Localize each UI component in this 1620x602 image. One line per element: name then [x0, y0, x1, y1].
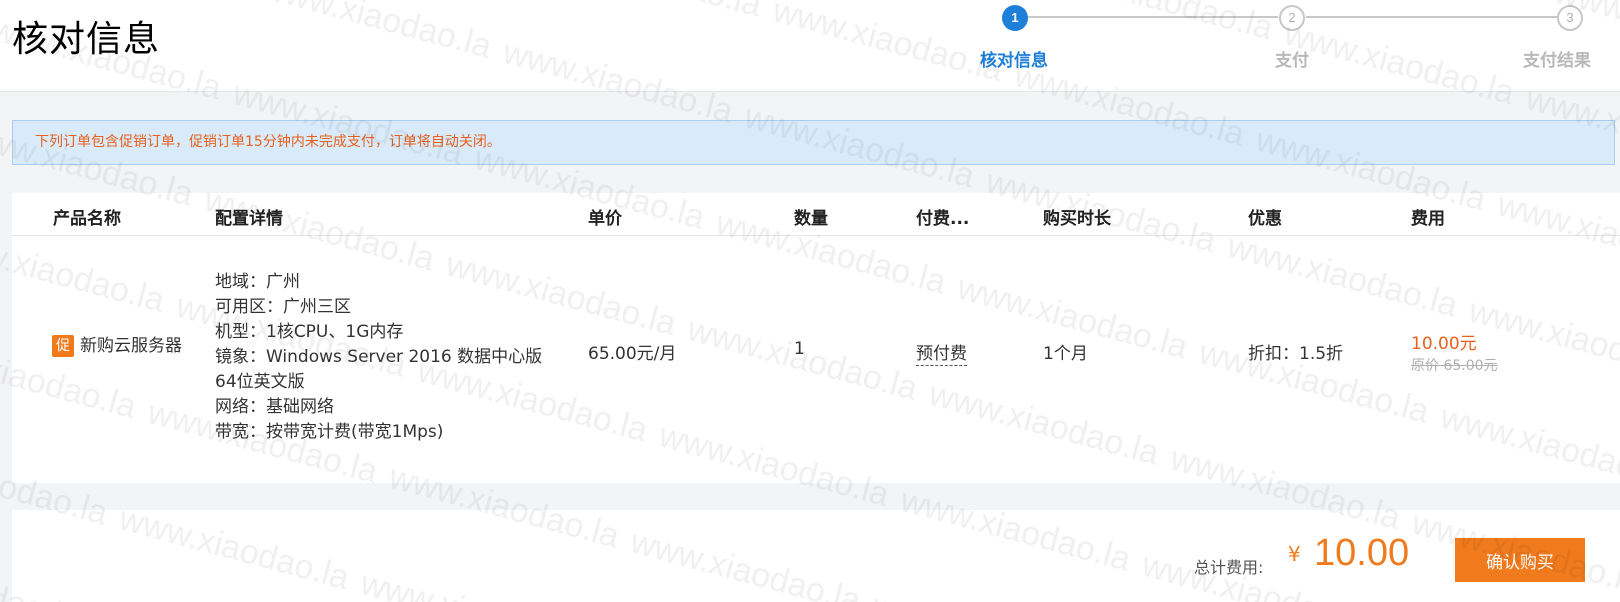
- column-header-discount: 优惠: [1248, 209, 1282, 229]
- order-summary: 总计费用: ¥ 10.00 确认购买: [12, 510, 1620, 602]
- column-header-unit-price: 单价: [588, 209, 622, 229]
- discount: 折扣：1.5折: [1248, 344, 1344, 364]
- order-table: 产品名称 配置详情 单价 数量 付费... 购买时长 优惠 费用 促新购云服务器…: [12, 193, 1620, 483]
- step-connector: [1028, 16, 1278, 18]
- confirm-purchase-button[interactable]: 确认购买: [1455, 538, 1585, 582]
- step-1-indicator: 1: [1002, 5, 1028, 31]
- column-header-duration: 购买时长: [1043, 209, 1111, 229]
- progress-steps: 1 2 3 核对信息 支付 支付结果: [0, 0, 1620, 92]
- original-price: 原价 65.00元: [1411, 358, 1498, 374]
- page-header: 核对信息 1 2 3 核对信息 支付 支付结果: [0, 0, 1620, 92]
- config-zone: 可用区：广州三区: [215, 297, 351, 317]
- quantity: 1: [794, 339, 805, 359]
- config-image-cont: 64位英文版: [215, 372, 305, 392]
- product-name-cell: 促新购云服务器: [52, 334, 192, 359]
- pay-type[interactable]: 预付费: [916, 344, 967, 366]
- table-header-divider: [12, 235, 1620, 236]
- column-header-quantity: 数量: [794, 209, 828, 229]
- product-name: 新购云服务器: [80, 336, 182, 356]
- config-details: 地域：广州 可用区：广州三区 机型：1核CPU、1G内存 镜象：Windows …: [215, 270, 595, 445]
- step-2-label: 支付: [1275, 51, 1309, 71]
- fee-price: 10.00元: [1411, 334, 1477, 354]
- column-header-product: 产品名称: [53, 209, 121, 229]
- config-region: 地域：广州: [215, 272, 300, 292]
- step-3-indicator: 3: [1557, 5, 1583, 31]
- step-3-label: 支付结果: [1523, 51, 1591, 71]
- step-1-label: 核对信息: [980, 51, 1048, 71]
- promo-tag: 促: [52, 335, 74, 357]
- column-header-pay-type[interactable]: 付费...: [916, 204, 969, 229]
- column-header-config: 配置详情: [215, 209, 283, 229]
- unit-price: 65.00元/月: [588, 344, 677, 364]
- step-2-indicator: 2: [1279, 5, 1305, 31]
- total-label: 总计费用:: [1194, 558, 1264, 577]
- step-connector: [1306, 16, 1558, 18]
- promo-notice: 下列订单包含促销订单，促销订单15分钟内未完成支付，订单将自动关闭。: [12, 120, 1615, 165]
- currency-symbol: ¥: [1288, 542, 1301, 566]
- config-image: 镜象：Windows Server 2016 数据中心版: [215, 347, 543, 367]
- config-instance-type: 机型：1核CPU、1G内存: [215, 322, 404, 342]
- config-network: 网络：基础网络: [215, 397, 334, 417]
- duration: 1个月: [1043, 344, 1088, 364]
- total-amount: 10.00: [1314, 532, 1410, 574]
- config-bandwidth: 带宽：按带宽计费(带宽1Mps): [215, 422, 444, 442]
- column-header-fee: 费用: [1411, 209, 1445, 229]
